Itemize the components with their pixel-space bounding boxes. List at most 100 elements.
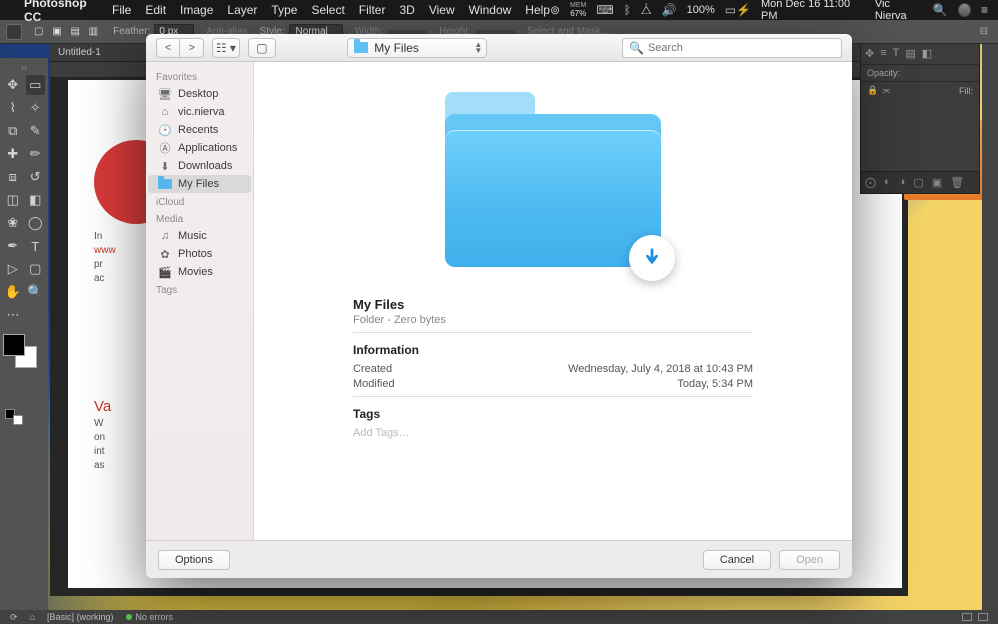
- menu-select[interactable]: Select: [311, 3, 344, 17]
- sync-icon[interactable]: ⟳: [10, 612, 18, 623]
- forward-button[interactable]: >: [180, 38, 203, 58]
- dodge-tool-icon[interactable]: ◯: [26, 213, 46, 233]
- view-mode-icon[interactable]: [962, 613, 972, 621]
- volume-icon[interactable]: 🔊: [662, 3, 677, 17]
- fx-icon[interactable]: ⨀: [865, 176, 876, 189]
- heal-tool-icon[interactable]: ✚: [3, 144, 23, 164]
- hand-tool-icon[interactable]: ✋: [3, 282, 23, 302]
- sidebar-item-desktop[interactable]: 🖥Desktop: [148, 85, 251, 103]
- mask-icon[interactable]: ◧: [922, 47, 932, 60]
- path-popup[interactable]: My Files ▲▼: [347, 38, 487, 58]
- sidebar-item-label: vic.nierva: [178, 106, 224, 118]
- home-icon[interactable]: ⌂: [30, 612, 35, 622]
- brush-tool-icon[interactable]: ✏: [26, 144, 46, 164]
- wand-tool-icon[interactable]: ✧: [26, 98, 46, 118]
- menu-filter[interactable]: Filter: [359, 3, 386, 17]
- sidebar-item-photos[interactable]: ✿Photos: [148, 245, 251, 263]
- stamp-tool-icon[interactable]: ⧈: [3, 167, 23, 187]
- battery-percent[interactable]: 100%: [687, 4, 715, 16]
- sidebar-item-movies[interactable]: 🎬Movies: [148, 263, 251, 281]
- sidebar-item-myfiles[interactable]: My Files: [148, 175, 251, 193]
- eraser-tool-icon[interactable]: ◫: [3, 190, 23, 210]
- width-input[interactable]: [387, 30, 427, 34]
- zoom-tool-icon[interactable]: 🔍: [26, 282, 46, 302]
- spotlight-icon[interactable]: 🔍: [933, 3, 948, 17]
- mask-add-icon[interactable]: ◐: [884, 176, 891, 189]
- options-close-icon[interactable]: ⊟: [980, 26, 988, 37]
- marquee-mode-icons[interactable]: ▢ ▣ ▤ ▥: [34, 26, 101, 37]
- menu-file[interactable]: File: [112, 3, 131, 17]
- keyboard-icon[interactable]: ⌨: [596, 3, 613, 17]
- move-icon[interactable]: ✥: [865, 47, 874, 60]
- move-tool-icon[interactable]: ✥: [3, 75, 23, 95]
- sidebar-item-downloads[interactable]: ⬇Downloads: [148, 157, 251, 175]
- tags-input[interactable]: Add Tags…: [353, 427, 753, 439]
- menu-layer[interactable]: Layer: [227, 3, 257, 17]
- menu-image[interactable]: Image: [180, 3, 213, 17]
- wifi-icon[interactable]: ⧊: [641, 3, 652, 18]
- view-mode-button[interactable]: ☷ ▾: [212, 38, 240, 58]
- adjustment-icon[interactable]: ◑: [899, 176, 906, 189]
- view-mode-icon-2[interactable]: [978, 613, 988, 621]
- lock-icon[interactable]: 🔒: [867, 85, 878, 96]
- battery-icon[interactable]: ▭⚡: [725, 3, 751, 17]
- siri-icon[interactable]: [958, 3, 971, 17]
- clock[interactable]: Mon Dec 16 11:00 PM: [761, 0, 865, 22]
- eyedropper-tool-icon[interactable]: ✎: [26, 121, 46, 141]
- back-button[interactable]: <: [156, 38, 180, 58]
- shape-tool-icon[interactable]: ▢: [26, 259, 46, 279]
- search-icon: 🔍: [629, 41, 644, 55]
- menu-edit[interactable]: Edit: [145, 3, 166, 17]
- user-name[interactable]: Vic Nierva: [875, 0, 923, 22]
- sidebar-item-music[interactable]: ♫Music: [148, 227, 251, 245]
- text-icon[interactable]: T: [893, 47, 900, 60]
- preview-kind: Folder - Zero bytes: [353, 314, 753, 326]
- app-name[interactable]: Photoshop CC: [24, 0, 98, 24]
- dialog-sidebar: Favorites 🖥Desktop ⌂vic.nierva 🕑Recents …: [146, 62, 254, 540]
- group-icon[interactable]: ▢: [913, 176, 923, 189]
- align-icon[interactable]: ≡: [880, 47, 886, 60]
- crop-tool-icon[interactable]: ⧉: [3, 121, 23, 141]
- cancel-button[interactable]: Cancel: [703, 550, 771, 570]
- pen-tool-icon[interactable]: ✒: [3, 236, 23, 256]
- toolbox-grip[interactable]: ››: [3, 62, 45, 72]
- menuextra-icon[interactable]: ⊚: [550, 3, 560, 17]
- type-tool-icon[interactable]: T: [26, 236, 46, 256]
- group-by-button[interactable]: ▢: [248, 38, 276, 58]
- marquee-tool-icon[interactable]: ▭: [26, 75, 46, 95]
- menu-3d[interactable]: 3D: [399, 3, 414, 17]
- history-brush-icon[interactable]: ↺: [26, 167, 46, 187]
- sidebar-item-applications[interactable]: ⒶApplications: [148, 139, 251, 157]
- menu-view[interactable]: View: [429, 3, 455, 17]
- dialog-footer: Options Cancel Open: [146, 540, 852, 578]
- search-input[interactable]: [648, 42, 835, 54]
- options-button[interactable]: Options: [158, 550, 230, 570]
- active-tool-icon[interactable]: [6, 24, 22, 40]
- trash-icon[interactable]: 🗑: [950, 176, 964, 189]
- status-errors[interactable]: No errors: [126, 612, 174, 622]
- blur-tool-icon[interactable]: ❀: [3, 213, 23, 233]
- link-icon[interactable]: ⫘: [882, 85, 890, 96]
- bluetooth-icon[interactable]: ᛒ: [624, 3, 631, 17]
- lasso-tool-icon[interactable]: ⌇: [3, 98, 23, 118]
- layers-icon[interactable]: ▤: [905, 47, 915, 60]
- modified-value: Today, 5:34 PM: [677, 378, 753, 390]
- memory-indicator[interactable]: MEM67%: [570, 2, 586, 18]
- new-layer-icon[interactable]: ▣: [932, 176, 942, 189]
- open-button[interactable]: Open: [779, 550, 840, 570]
- path-select-icon[interactable]: ▷: [3, 259, 23, 279]
- foreground-color-swatch[interactable]: [3, 334, 25, 356]
- height-input[interactable]: [475, 30, 515, 34]
- status-workspace[interactable]: [Basic] (working): [47, 612, 114, 622]
- right-dock-handles[interactable]: [982, 24, 998, 610]
- sidebar-item-recents[interactable]: 🕑Recents: [148, 121, 251, 139]
- menu-type[interactable]: Type: [271, 3, 297, 17]
- color-swatches[interactable]: [3, 334, 37, 368]
- edit-toolbar-icon[interactable]: ⋯: [3, 305, 23, 325]
- menu-help[interactable]: Help: [525, 3, 550, 17]
- sidebar-item-home[interactable]: ⌂vic.nierva: [148, 103, 251, 121]
- gradient-tool-icon[interactable]: ◧: [26, 190, 46, 210]
- notification-center-icon[interactable]: ≡: [981, 3, 988, 17]
- menu-window[interactable]: Window: [469, 3, 512, 17]
- search-field[interactable]: 🔍: [622, 38, 842, 58]
